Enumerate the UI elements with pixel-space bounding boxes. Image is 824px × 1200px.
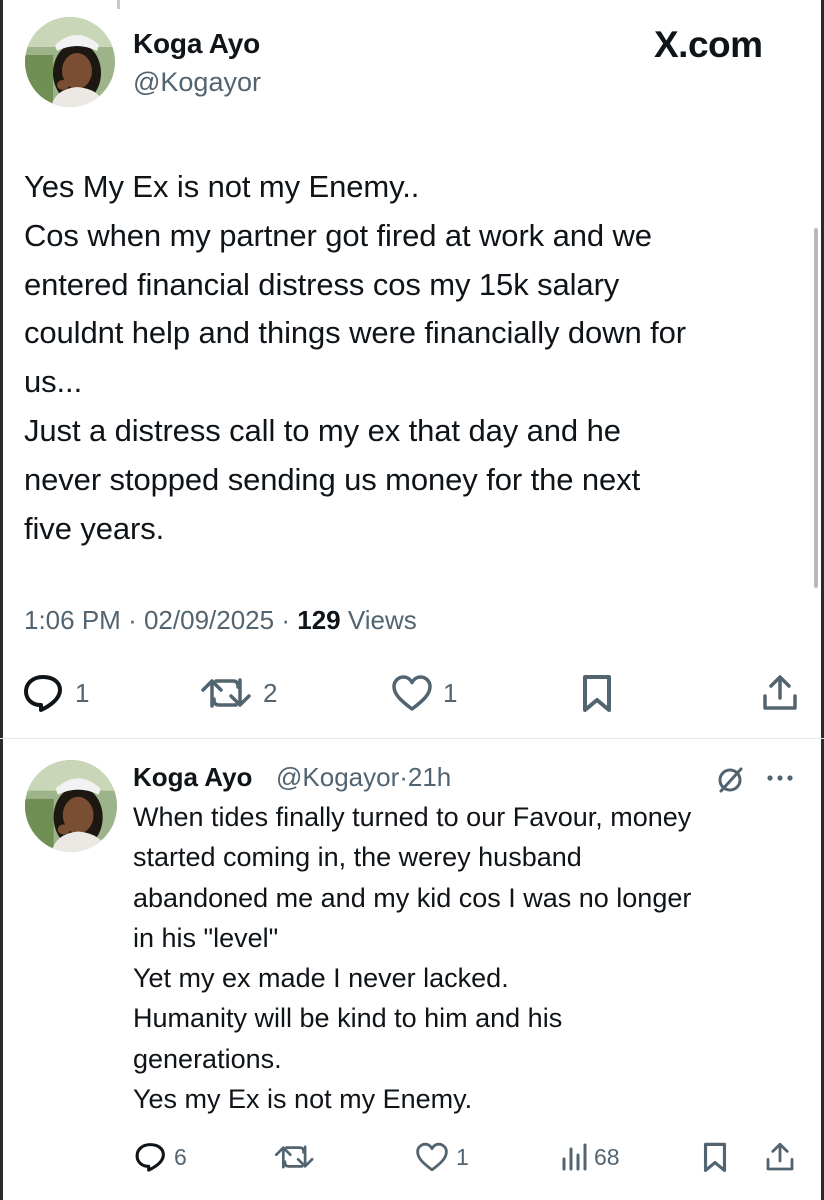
- reply-tweet-line: in his "level": [133, 922, 279, 953]
- reply-tweet-line: Yes my Ex is not my Enemy.: [133, 1084, 473, 1115]
- reply-views-count: 68: [594, 1143, 620, 1170]
- main-tweet-line: Just a distress call to my ex that day a…: [24, 412, 621, 448]
- reply-tweet-text: When tides finally turned to our Favour,…: [133, 797, 813, 1119]
- tweet-time[interactable]: 1:06 PM: [24, 605, 121, 635]
- bookmark-icon: [703, 1142, 727, 1172]
- views-bar-chart-icon: [562, 1143, 587, 1171]
- reply-tweet-line: started coming in, the werey husband: [133, 842, 582, 873]
- main-tweet-line: us...: [24, 364, 83, 400]
- reply-repost-button[interactable]: [274, 1137, 325, 1177]
- main-tweet-line: five years.: [24, 510, 165, 546]
- share-upload-icon: [763, 675, 797, 710]
- tweet-divider: [0, 738, 824, 739]
- main-tweet-line: Cos when my partner got fired at work an…: [24, 217, 652, 253]
- bookmark-button[interactable]: [578, 673, 616, 713]
- reply-author-avatar[interactable]: [25, 760, 117, 852]
- main-author-name[interactable]: Koga Ayo: [133, 28, 260, 60]
- main-author-avatar[interactable]: [25, 17, 115, 107]
- main-tweet-line: entered financial distress cos my 15k sa…: [24, 266, 620, 302]
- x-com-logo: X.com: [654, 24, 763, 65]
- tweet-meta: 1:06 PM · 02/09/2025 · 129 Views: [24, 605, 417, 636]
- reply-count: 1: [75, 677, 90, 708]
- main-author-handle[interactable]: @Kogayor: [133, 67, 261, 98]
- like-button[interactable]: 1: [390, 673, 457, 713]
- reply-handle-time[interactable]: @Kogayor·21h: [276, 762, 451, 793]
- reply-share-button[interactable]: [764, 1137, 796, 1177]
- repost-arrows-icon: [274, 1145, 314, 1169]
- reply-tweet-line: Yet my ex made I never lacked.: [133, 963, 509, 994]
- reply-button[interactable]: 1: [22, 673, 89, 713]
- reply-views-button[interactable]: 68: [560, 1137, 620, 1177]
- reply-reply-button[interactable]: 6: [134, 1137, 187, 1177]
- repost-arrows-icon: [201, 678, 251, 708]
- reply-like-count: 1: [456, 1143, 469, 1170]
- bookmark-icon: [583, 675, 611, 712]
- tweet-date[interactable]: 02/09/2025: [144, 605, 274, 635]
- reply-reply-count: 6: [174, 1143, 187, 1170]
- share-button[interactable]: [760, 673, 800, 713]
- frame-left-edge: [0, 0, 3, 1200]
- reply-like-button[interactable]: 1: [414, 1137, 469, 1177]
- main-tweet-line: never stopped sending us money for the n…: [24, 461, 641, 497]
- heart-icon: [392, 675, 432, 711]
- reply-bookmark-button[interactable]: [700, 1137, 730, 1177]
- reply-tweet-line: Humanity will be kind to him and his: [133, 1003, 563, 1034]
- views-label[interactable]: Views: [348, 605, 417, 635]
- reply-tweet-line: When tides finally turned to our Favour,…: [133, 802, 692, 832]
- slashed-circle-icon[interactable]: [715, 765, 745, 795]
- more-dots-icon[interactable]: [766, 773, 796, 783]
- meta-separator: ·: [128, 605, 137, 635]
- reply-tweet-line: generations.: [133, 1043, 282, 1074]
- repost-count: 2: [263, 677, 278, 708]
- main-tweet-text: Yes My Ex is not my Enemy.. Cos when my …: [24, 163, 814, 553]
- meta-separator: ·: [281, 605, 291, 635]
- views-count: 129: [297, 605, 341, 635]
- repost-button[interactable]: 2: [200, 673, 277, 713]
- speech-bubble-icon: [24, 675, 62, 712]
- main-tweet-line: couldnt help and things were financially…: [24, 315, 687, 351]
- scrollbar-thumb[interactable]: [814, 228, 818, 588]
- main-tweet-line: Yes My Ex is not my Enemy..: [24, 169, 420, 204]
- top-notch: [117, 0, 120, 9]
- reply-tweet-line: abandoned me and my kid cos I was no lon…: [133, 882, 692, 913]
- heart-icon: [416, 1142, 448, 1172]
- like-count: 1: [443, 677, 458, 708]
- speech-bubble-icon: [135, 1143, 165, 1172]
- reply-author-name[interactable]: Koga Ayo: [133, 762, 252, 793]
- share-upload-icon: [766, 1142, 794, 1171]
